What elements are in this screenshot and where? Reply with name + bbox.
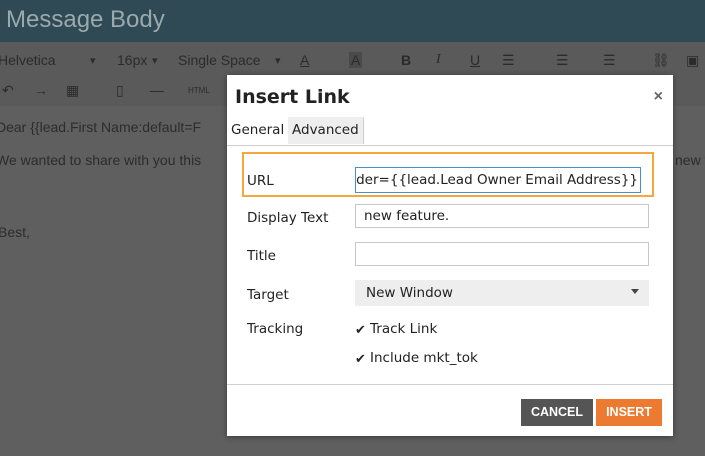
title-label: Title — [247, 248, 276, 264]
url-label: URL — [247, 173, 274, 189]
hr-icon[interactable]: — — [150, 82, 164, 98]
table-icon[interactable]: ▦ — [66, 82, 79, 99]
underline-button[interactable]: U — [470, 52, 480, 68]
insert-button[interactable]: INSERT — [596, 399, 662, 426]
text-color-button[interactable]: A — [300, 52, 309, 68]
editor-line-1: Dear {{lead.First Name:default=F — [0, 119, 202, 135]
editor-line-3: Best, — [0, 224, 30, 240]
checkmark-icon: ✔ — [355, 323, 366, 338]
include-mkt-tok-label: Include mkt_tok — [370, 350, 478, 366]
dialog-title: Insert Link — [235, 86, 350, 108]
html-button[interactable]: HTML — [188, 86, 210, 95]
chevron-down-icon: ▾ — [275, 55, 281, 67]
target-select[interactable]: New Window — [355, 280, 649, 306]
display-text-input[interactable] — [355, 204, 649, 228]
italic-button[interactable]: I — [436, 52, 441, 68]
editor-header: Message Body — [0, 0, 705, 42]
checkmark-icon: ✔ — [355, 352, 366, 367]
title-input[interactable] — [355, 242, 649, 266]
target-value: New Window — [366, 285, 453, 301]
redo-icon[interactable]: → — [34, 82, 48, 98]
tab-advanced[interactable]: Advanced — [288, 117, 364, 144]
track-link-checkbox[interactable]: ✔ Track Link — [355, 321, 437, 337]
tab-general[interactable]: General — [227, 117, 290, 144]
display-text-label: Display Text — [247, 210, 329, 226]
tracking-label: Tracking — [247, 321, 304, 337]
align-icon[interactable]: ☰ — [502, 52, 515, 69]
image-icon[interactable]: ▣ — [686, 52, 699, 69]
chevron-down-icon — [631, 289, 639, 294]
font-select[interactable]: Helvetica — [0, 52, 56, 68]
url-value: sender={{lead.Lead Owner Email Address}} — [355, 172, 638, 188]
chevron-down-icon: ▾ — [152, 55, 158, 67]
cancel-button[interactable]: CANCEL — [521, 399, 593, 426]
undo-icon[interactable]: ↶ — [2, 82, 14, 99]
indent-icon[interactable]: ☰ — [603, 52, 616, 69]
bold-button[interactable]: B — [401, 52, 411, 68]
editor-toolbar: Helvetica ▾ 16px ▾ Single Space ▾ A A B … — [0, 42, 705, 79]
dialog-tabs: General Advanced — [227, 117, 673, 146]
include-mkt-tok-checkbox[interactable]: ✔ Include mkt_tok — [355, 350, 478, 366]
track-link-label: Track Link — [370, 321, 438, 337]
footer-divider — [227, 384, 673, 385]
bookmark-icon[interactable]: ▯ — [116, 82, 124, 99]
link-icon[interactable]: ⛓ — [652, 52, 670, 69]
close-icon[interactable]: × — [654, 88, 663, 106]
insert-link-dialog: Insert Link × General Advanced URL sende… — [227, 75, 673, 436]
bg-color-button[interactable]: A — [349, 52, 363, 68]
editor-line-2: We wanted to share with you this — [0, 152, 202, 168]
target-label: Target — [247, 287, 289, 303]
chevron-down-icon: ▾ — [90, 55, 96, 67]
line-spacing-select[interactable]: Single Space — [178, 52, 261, 68]
header-title: Message Body — [6, 6, 165, 33]
editor-line-2-right: new f — [675, 152, 705, 168]
url-input[interactable]: sender={{lead.Lead Owner Email Address}} — [355, 167, 641, 193]
list-icon[interactable]: ☰ — [556, 52, 569, 69]
font-size-select[interactable]: 16px — [117, 52, 147, 68]
